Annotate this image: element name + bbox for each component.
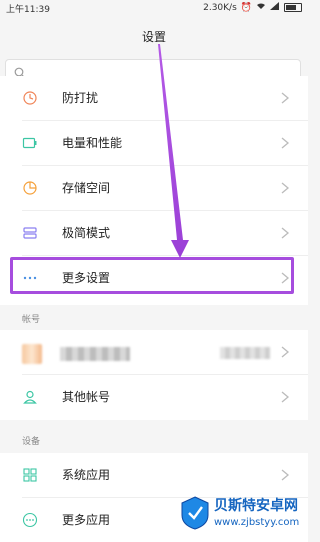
settings-item-label: 存储空间 — [62, 181, 111, 195]
signal-icon — [270, 2, 280, 13]
storage-pie-icon — [23, 181, 37, 195]
settings-item-label: 电量和性能 — [62, 136, 123, 150]
moon-icon — [23, 91, 37, 105]
grid-icon — [23, 468, 37, 482]
account-item-other[interactable]: 其他帐号 — [0, 375, 308, 419]
watermark: 贝斯特安卓网 www.zjbstyy.com — [178, 493, 308, 537]
battery-status-icon — [284, 3, 302, 12]
chevron-right-icon — [281, 92, 290, 104]
status-time: 上午11:39 — [6, 5, 50, 15]
settings-item-label: 更多应用 — [62, 513, 111, 527]
simple-mode-icon — [23, 227, 37, 239]
settings-item-label: 极简模式 — [62, 226, 111, 240]
status-bar: 上午11:39 2.30K/s ⏰ — [0, 0, 308, 16]
settings-item-label: 防打扰 — [62, 91, 99, 105]
page-title: 设置 — [141, 30, 166, 44]
settings-item-label: 系统应用 — [62, 468, 111, 482]
wifi-icon — [256, 2, 266, 13]
chevron-right-icon — [281, 346, 290, 358]
chevron-right-icon — [281, 227, 290, 239]
settings-item-battery[interactable]: 电量和性能 — [0, 121, 308, 165]
highlight-box — [10, 257, 294, 294]
network-speed: 2.30K/s — [203, 2, 237, 13]
section-header-account: 帐号 — [22, 315, 41, 325]
status-icons: 2.30K/s ⏰ — [203, 2, 302, 13]
watermark-text: 贝斯特安卓网 — [214, 498, 298, 514]
chevron-right-icon — [281, 469, 290, 481]
account-list: 其他帐号 — [0, 330, 308, 420]
settings-item-storage[interactable]: 存储空间 — [0, 166, 308, 210]
device-item-system-apps[interactable]: 系统应用 — [0, 453, 308, 497]
account-avatar — [22, 344, 42, 364]
watermark-logo-icon — [181, 496, 209, 530]
alarm-icon: ⏰ — [240, 2, 252, 13]
chevron-right-icon — [281, 137, 290, 149]
settings-item-do-not-disturb[interactable]: 防打扰 — [0, 76, 308, 120]
account-id-redacted — [220, 347, 270, 359]
settings-item-label: 其他帐号 — [62, 390, 111, 404]
section-header-device: 设备 — [22, 437, 41, 447]
settings-item-simple-mode[interactable]: 极简模式 — [0, 211, 308, 255]
person-icon — [23, 390, 37, 404]
battery-icon — [22, 137, 37, 149]
more-circle-icon — [22, 512, 38, 528]
chevron-right-icon — [281, 182, 290, 194]
account-name-redacted — [60, 347, 130, 361]
chevron-right-icon — [281, 391, 290, 403]
watermark-url: www.zjbstyy.com — [214, 517, 300, 528]
